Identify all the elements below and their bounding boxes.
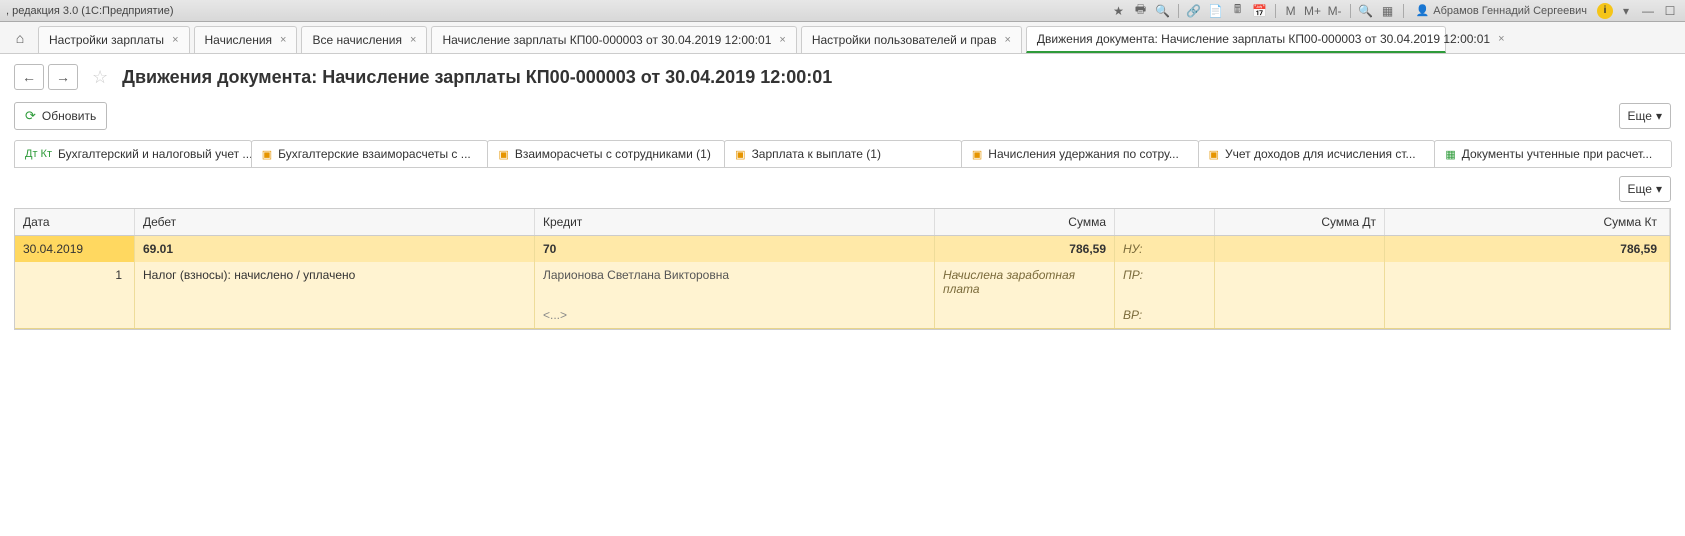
table-row[interactable]: 1 Налог (взносы): начислено / уплачено Л… [15, 262, 1670, 302]
favorite-star-icon[interactable]: ☆ [92, 67, 108, 88]
page-header: ← → ☆ Движения документа: Начисление зар… [0, 54, 1685, 98]
refresh-button[interactable]: ⟳ Обновить [14, 102, 107, 130]
tab-doc-movements[interactable]: Движения документа: Начисление зарплаты … [1026, 26, 1446, 53]
cell-sum-note: Начислена заработная плата [935, 262, 1115, 302]
user-name: Абрамов Геннадий Сергеевич [1433, 5, 1587, 17]
toolbar: ⟳ Обновить Еще ▾ [0, 98, 1685, 140]
cell-sublabel: ВР: [1115, 302, 1215, 328]
home-button[interactable]: ⌂ [6, 24, 34, 51]
dropdown-icon[interactable]: ▾ [1617, 2, 1635, 20]
zoom-icon[interactable]: 🔍 [1357, 2, 1375, 20]
inner-more-button[interactable]: Еще ▾ [1619, 176, 1671, 202]
minimize-icon[interactable]: — [1639, 2, 1657, 20]
register-icon: ▣ [972, 148, 982, 161]
th-debit[interactable]: Дебет [135, 209, 535, 235]
cell-debit-detail: Налог (взносы): начислено / уплачено [135, 262, 535, 302]
tab-accrual-doc[interactable]: Начисление зарплаты КП00-000003 от 30.04… [431, 26, 796, 53]
close-icon[interactable]: × [410, 34, 416, 46]
cell-sum: 786,59 [935, 236, 1115, 262]
info-icon[interactable]: i [1597, 3, 1613, 19]
m-plus-button[interactable]: M+ [1304, 2, 1322, 20]
close-icon[interactable]: × [1498, 33, 1504, 45]
inner-toolbar: Еще ▾ [0, 168, 1685, 208]
cell-credit-detail: Ларионова Светлана Викторовна [535, 262, 935, 302]
tab-user-rights[interactable]: Настройки пользователей и прав× [801, 26, 1022, 53]
page-title: Движения документа: Начисление зарплаты … [122, 67, 832, 88]
window-title: , редакция 3.0 (1С:Предприятие) [6, 5, 174, 17]
user-icon: 👤 [1416, 4, 1430, 17]
more-button[interactable]: Еще ▾ [1619, 103, 1671, 129]
th-credit[interactable]: Кредит [535, 209, 935, 235]
tab-accruals[interactable]: Начисления× [194, 26, 298, 53]
main-tabs: ⌂ Настройки зарплаты× Начисления× Все на… [0, 22, 1685, 54]
subtab-accounting[interactable]: Дт КтБухгалтерский и налоговый учет ... [14, 140, 252, 167]
data-table: Дата Дебет Кредит Сумма Сумма Дт Сумма К… [14, 208, 1671, 330]
table-row[interactable]: 30.04.2019 69.01 70 786,59 НУ: 786,59 [15, 236, 1670, 262]
grid-icon[interactable]: ▦ [1379, 2, 1397, 20]
chevron-down-icon: ▾ [1656, 109, 1662, 123]
close-icon[interactable]: × [1004, 34, 1010, 46]
table-icon: ▦ [1445, 148, 1455, 161]
th-sum[interactable]: Сумма [935, 209, 1115, 235]
tab-all-accruals[interactable]: Все начисления× [301, 26, 427, 53]
table-header: Дата Дебет Кредит Сумма Сумма Дт Сумма К… [15, 208, 1670, 236]
doc-icon[interactable]: 📄 [1207, 2, 1225, 20]
cell-sum-dt [1215, 236, 1385, 262]
cell-sublabel: ПР: [1115, 262, 1215, 302]
register-icon: ▣ [1209, 148, 1219, 161]
cell-rownum: 1 [15, 262, 135, 302]
cell-date: 30.04.2019 [15, 236, 135, 262]
cell-sum-kt: 786,59 [1385, 236, 1670, 262]
close-icon[interactable]: × [280, 34, 286, 46]
forward-button[interactable]: → [48, 64, 78, 90]
cell-credit: 70 [535, 236, 935, 262]
cell-debit: 69.01 [135, 236, 535, 262]
star-icon[interactable]: ★ [1110, 2, 1128, 20]
cell-sublabel: НУ: [1115, 236, 1215, 262]
subtab-mutual-emp[interactable]: ▣Взаиморасчеты с сотрудниками (1) [487, 140, 725, 167]
close-icon[interactable]: × [172, 34, 178, 46]
user-block[interactable]: 👤 Абрамов Геннадий Сергеевич [1416, 4, 1587, 17]
link-icon[interactable]: 🔗 [1185, 2, 1203, 20]
back-button[interactable]: ← [14, 64, 44, 90]
th-date[interactable]: Дата [15, 209, 135, 235]
m-minus-button[interactable]: M- [1326, 2, 1344, 20]
table-row[interactable]: <...> ВР: [15, 302, 1670, 329]
subtab-docs-calc[interactable]: ▦Документы учтенные при расчет... [1434, 140, 1672, 167]
refresh-icon: ⟳ [25, 108, 36, 124]
subtab-accrual-ded[interactable]: ▣Начисления удержания по сотру... [961, 140, 1199, 167]
close-icon[interactable]: × [779, 34, 785, 46]
search-icon[interactable]: 🔍 [1154, 2, 1172, 20]
calendar-icon[interactable]: 📅 [1251, 2, 1269, 20]
subtab-salary-pay[interactable]: ▣Зарплата к выплате (1) [724, 140, 962, 167]
window-titlebar: , редакция 3.0 (1С:Предприятие) ★ 🖶 🔍 🔗 … [0, 0, 1685, 22]
th-sum-dt[interactable]: Сумма Дт [1215, 209, 1385, 235]
subtab-income-calc[interactable]: ▣Учет доходов для исчисления ст... [1198, 140, 1436, 167]
register-icon: ▣ [735, 148, 745, 161]
m-button[interactable]: M [1282, 2, 1300, 20]
register-icon: ▣ [498, 148, 508, 161]
maximize-icon[interactable]: ☐ [1661, 2, 1679, 20]
cell-credit-more: <...> [535, 302, 935, 328]
th-sum-kt[interactable]: Сумма Кт [1385, 209, 1670, 235]
chevron-down-icon: ▾ [1656, 182, 1662, 196]
register-icon: ▣ [262, 148, 272, 161]
calc-icon[interactable]: 🖩 [1229, 2, 1247, 20]
titlebar-icons: ★ 🖶 🔍 🔗 📄 🖩 📅 M M+ M- 🔍 ▦ 👤 Абрамов Генн… [1110, 2, 1679, 20]
subtab-mutual-acc[interactable]: ▣Бухгалтерские взаиморасчеты с ... [251, 140, 489, 167]
sub-tabs: Дт КтБухгалтерский и налоговый учет ... … [14, 140, 1671, 168]
th-sub [1115, 209, 1215, 235]
dtkt-icon: Дт Кт [25, 148, 52, 160]
tab-settings-salary[interactable]: Настройки зарплаты× [38, 26, 190, 53]
print-icon[interactable]: 🖶 [1132, 2, 1150, 20]
